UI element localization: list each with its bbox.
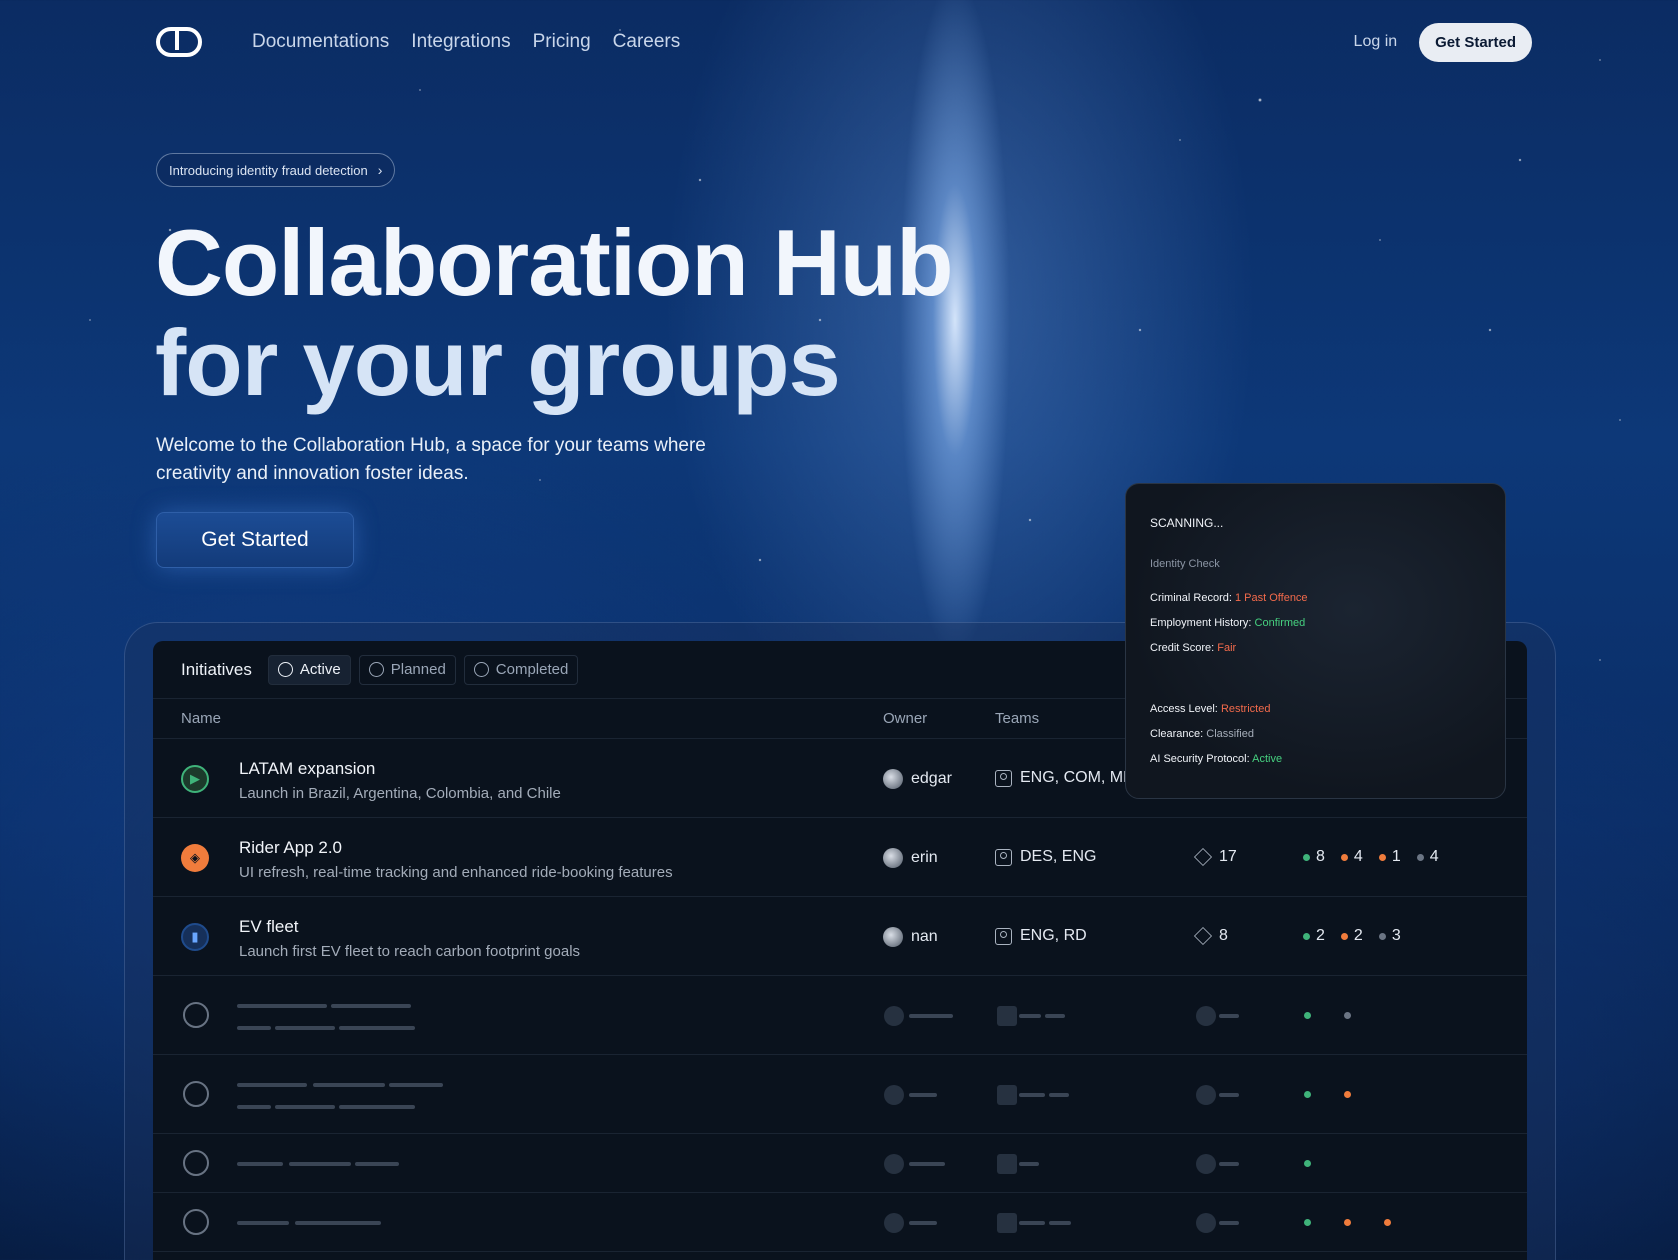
stat-orange: 4: [1340, 848, 1363, 866]
tab-completed-label: Completed: [495, 661, 569, 678]
row-name: EV fleet: [239, 917, 299, 936]
row-name: LATAM expansion: [239, 759, 376, 778]
placeholder-icon: [183, 1209, 209, 1235]
logo-icon[interactable]: [156, 27, 202, 57]
active-icon: [277, 662, 293, 677]
row-stats: 2 2 3: [1303, 927, 1401, 945]
row-owner: erin: [883, 848, 938, 868]
stat-orange: 2: [1340, 927, 1363, 945]
skeleton-row: [153, 976, 1527, 1055]
row-count: 17: [1193, 847, 1237, 867]
table-row[interactable]: ▮ EV fleet Launch first EV fleet to reac…: [153, 897, 1527, 976]
teams-text: ENG, RD: [1020, 927, 1087, 944]
team-icon: [995, 769, 1012, 787]
stat-gray: 3: [1378, 927, 1401, 945]
teams-text: DES, ENG: [1020, 848, 1097, 865]
row-owner: nan: [883, 927, 938, 947]
skeleton-row: [153, 1055, 1527, 1134]
chevron-right-icon: ›: [377, 162, 383, 178]
announcement-pill[interactable]: Introducing identity fraud detection ›: [156, 153, 396, 187]
nav-get-started-button[interactable]: Get Started: [1419, 22, 1532, 62]
cube-icon: [1193, 926, 1213, 946]
status-active-icon: ▶: [181, 765, 209, 793]
avatar: [883, 848, 903, 868]
stat-gray: 4: [1416, 848, 1439, 866]
column-name[interactable]: Name: [181, 710, 221, 727]
team-icon: [995, 848, 1012, 866]
row-owner: edgar: [883, 769, 952, 789]
stat-green: 2: [1303, 927, 1325, 945]
nav-right: Log in Get Started: [1354, 22, 1532, 62]
row-description: Launch first EV fleet to reach carbon fo…: [239, 943, 581, 960]
row-stats: 8 4 1 4: [1303, 848, 1439, 866]
tab-active-label: Active: [299, 661, 341, 678]
skeleton-row: [153, 1193, 1527, 1252]
nav-link-documentations[interactable]: Documentations: [252, 31, 389, 53]
owner-name: nan: [911, 928, 938, 945]
teams-text: ENG, COM, MK: [1020, 769, 1134, 786]
skeleton-row: [153, 1134, 1527, 1193]
scan-status: SCANNING...: [1150, 516, 1224, 530]
tab-active[interactable]: Active: [267, 654, 351, 685]
nav-link-pricing[interactable]: Pricing: [533, 31, 591, 53]
tab-planned[interactable]: Planned: [358, 654, 456, 685]
avatar: [883, 927, 903, 947]
nav-links: Documentations Integrations Pricing Care…: [252, 31, 680, 53]
table-row[interactable]: ◈ Rider App 2.0 UI refresh, real-time tr…: [153, 818, 1527, 897]
clearance: Clearance: Classified: [1150, 728, 1254, 740]
team-icon: [995, 927, 1012, 945]
owner-name: erin: [911, 849, 938, 866]
row-teams: ENG, COM, MK: [995, 769, 1134, 787]
column-teams[interactable]: Teams: [995, 710, 1039, 727]
count-value: 17: [1219, 848, 1237, 865]
count-value: 8: [1219, 927, 1228, 944]
hero-get-started-button[interactable]: Get Started: [156, 512, 354, 568]
hero-title: Collaboration Hub for your groups: [155, 210, 954, 415]
row-teams: ENG, RD: [995, 927, 1087, 945]
row-description: UI refresh, real-time tracking and enhan…: [239, 864, 673, 881]
placeholder-icon: [183, 1081, 209, 1107]
column-owner[interactable]: Owner: [883, 710, 927, 727]
stat-orange: 1: [1378, 848, 1401, 866]
tab-planned-label: Planned: [390, 661, 446, 678]
hero-subtitle: Welcome to the Collaboration Hub, a spac…: [156, 435, 706, 484]
row-teams: DES, ENG: [995, 848, 1096, 866]
credit-score: Credit Score: Fair: [1150, 642, 1237, 654]
avatar: [883, 769, 903, 789]
placeholder-icon: [183, 1150, 209, 1176]
placeholder-icon: [183, 1002, 209, 1028]
identity-scan-card: SCANNING... Identity Check Criminal Reco…: [1125, 483, 1506, 799]
access-level: Access Level: Restricted: [1150, 703, 1271, 715]
planned-icon: [368, 662, 384, 677]
nav-link-careers[interactable]: Careers: [613, 31, 681, 53]
row-count: 8: [1193, 926, 1228, 946]
row-name: Rider App 2.0: [239, 838, 343, 857]
panel-heading: Initiatives: [181, 659, 252, 679]
scan-section: Identity Check: [1150, 558, 1220, 570]
login-link[interactable]: Log in: [1354, 33, 1398, 51]
cube-icon: [1193, 847, 1213, 867]
completed-icon: [473, 662, 489, 677]
nav-link-integrations[interactable]: Integrations: [411, 31, 510, 53]
criminal-record: Criminal Record: 1 Past Offence: [1150, 592, 1308, 604]
compass-icon: ◈: [181, 844, 209, 872]
stat-green: 8: [1303, 848, 1325, 866]
top-nav: Documentations Integrations Pricing Care…: [156, 20, 1532, 64]
ai-security-protocol: AI Security Protocol: Active: [1150, 753, 1283, 765]
announcement-text: Introducing identity fraud detection: [169, 162, 368, 178]
battery-icon: ▮: [181, 923, 209, 951]
hero-title-line1: Collaboration Hub: [155, 210, 954, 315]
tab-completed[interactable]: Completed: [463, 654, 579, 685]
employment-history: Employment History: Confirmed: [1150, 617, 1306, 629]
hero-title-line2: for your groups: [155, 310, 841, 415]
owner-name: edgar: [911, 770, 952, 787]
row-description: Launch in Brazil, Argentina, Colombia, a…: [239, 785, 561, 802]
